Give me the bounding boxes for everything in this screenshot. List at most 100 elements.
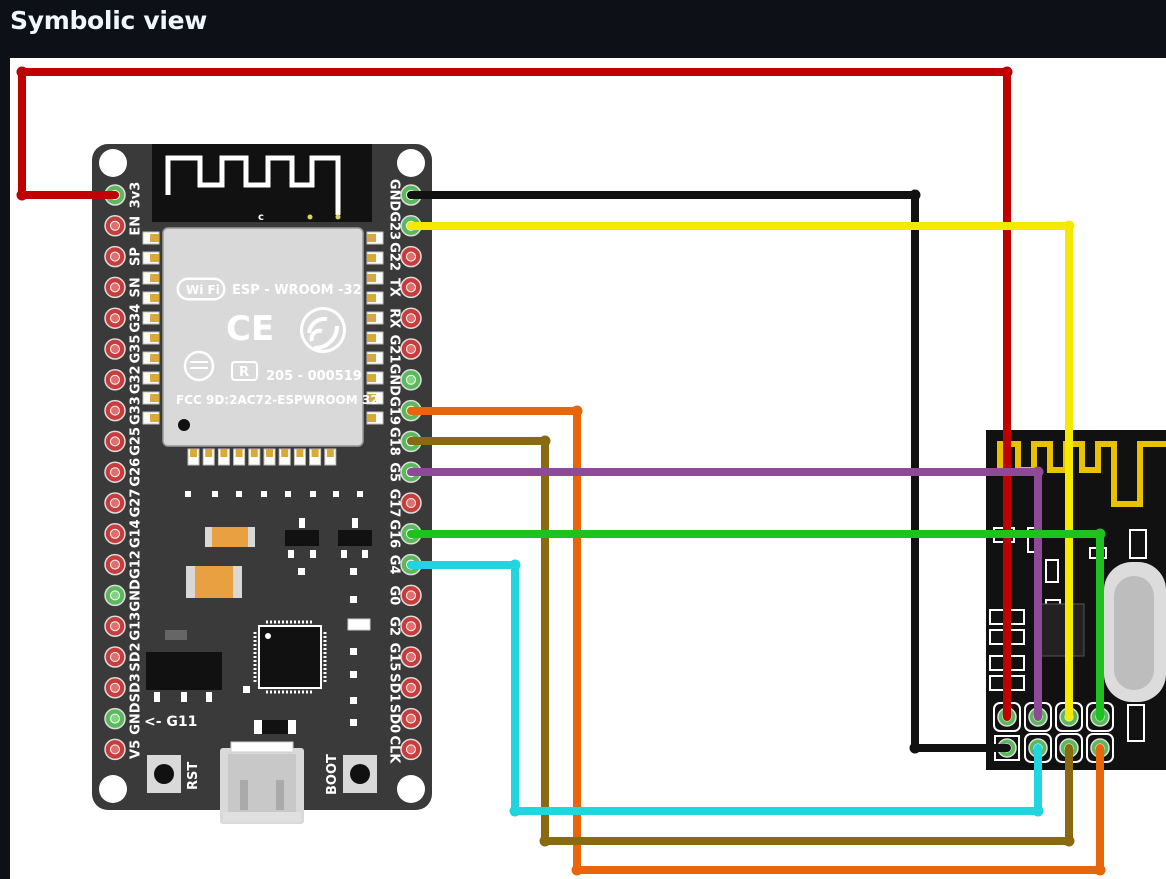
wire-bend-point[interactable] [1094,864,1106,876]
wire-bend-point[interactable] [571,864,583,876]
pin-hole-icon [110,559,120,570]
cert-number: 205 - 000519 [266,369,362,384]
wire-bend-point[interactable] [1032,466,1044,478]
nrf24l01-module [986,430,1166,770]
mount-hole-icon [99,149,127,177]
pin-hole-icon [406,682,416,693]
usb-uart-chip [253,620,327,694]
wiring-diagram: c Wi Fi ESP - WROOM -32 CE R 205 - 00051… [16,66,1166,876]
pin-hole-icon [110,713,120,724]
radio-waves-icon [300,307,346,353]
esp32-pin-label: 3v3 [129,182,144,209]
esp32-pin-label: G34 [129,304,144,333]
esp32-pin-label: G5 [387,462,402,482]
esp32-pin-label: G25 [129,427,144,456]
esp32-pin-label: G35 [129,335,144,364]
esp32-pin-label: G33 [129,396,144,425]
title-bar: Symbolic view [0,0,1166,58]
wire-bend-point[interactable] [909,742,921,754]
esp32-board: c Wi Fi ESP - WROOM -32 CE R 205 - 00051… [92,144,432,824]
boot-button[interactable] [343,755,377,793]
wire-bend-point[interactable] [539,835,551,847]
g4-wire[interactable] [407,561,1042,815]
wire-bend-point[interactable] [509,559,521,571]
tantalum-cap-large [186,566,242,598]
micro-usb-port[interactable] [220,741,304,824]
pin-hole-icon [406,313,416,324]
ce-mark: CE [226,309,274,349]
pin-hole-icon [110,313,120,324]
pin-hole-icon [406,713,416,724]
pin-hole-icon [110,436,120,447]
pin-hole-icon [110,682,120,693]
pin-hole-icon [110,405,120,416]
wire-bend-point[interactable] [909,189,921,201]
esp32-pin-label: G23 [387,211,402,240]
diagram-canvas: c Wi Fi ESP - WROOM -32 CE R 205 - 00051… [10,58,1166,879]
wire-bend-point[interactable] [1001,66,1013,78]
esp32-pin-label: G12 [129,550,144,579]
esp32-pin-label: G26 [129,458,144,487]
pin-hole-icon [110,251,120,262]
pin-hole-icon [110,467,120,478]
g18-wire[interactable] [407,437,1073,845]
pin-hole-icon [110,590,120,601]
esp32-pin-label: G18 [387,427,402,456]
pin-hole-icon [110,744,120,755]
esp32-pin-label: SD1 [387,673,402,702]
esp32-pin-label: G14 [129,519,144,548]
pin-hole-icon [406,498,416,508]
esp32-pin-label: V5 [129,740,144,759]
esp32-pin-label: CLK [387,735,402,764]
wire-bend-point[interactable] [1094,528,1106,540]
pin-hole-icon [406,374,416,385]
esp32-pin-label: G0 [387,586,402,606]
led-icon [347,618,371,631]
esp32-pin-label: G27 [129,489,144,518]
wire-bend-point[interactable] [1032,805,1044,817]
pin-hole-icon [110,621,120,632]
pin-hole-icon [110,282,120,293]
esp32-pin-label: SD2 [129,642,144,671]
tantalum-cap-small [205,527,255,547]
pin-hole-icon [110,498,120,508]
pin-hole-icon [406,282,416,293]
page-title: Symbolic view [10,6,208,35]
wire-bend-point[interactable] [1063,220,1075,232]
wire-bend-point[interactable] [571,405,583,417]
pin-hole-icon [110,652,120,662]
g11-label: <- G11 [144,714,197,730]
pin-hole-icon [406,344,416,354]
wire-bend-point[interactable] [16,189,28,201]
pin-hole-icon [406,744,416,755]
module-name: ESP - WROOM -32 [232,283,362,298]
fcc-id: FCC 9D:2AC72-ESPWROOM 32 [176,393,379,407]
esp32-pin-label: RX [387,308,402,328]
pin-hole-icon [110,344,120,354]
boot-label: BOOT [325,754,340,795]
pin-hole-icon [406,652,416,662]
wire-bend-point[interactable] [509,805,521,817]
pin1-dot [178,419,190,431]
registered-mark: R [239,365,249,380]
wire-bend-point[interactable] [539,435,551,447]
rst-button[interactable] [147,755,181,793]
pin-hole-icon [110,374,120,385]
esp32-pin-label: GND [129,702,144,735]
esp32-pin-label: G22 [387,242,402,271]
wifi-label: Wi Fi [186,283,220,297]
pin-hole-icon [110,220,120,231]
mount-hole-icon [397,149,425,177]
esp32-pin-label: G15 [387,643,402,672]
mount-hole-icon [397,775,425,803]
esp32-pin-label: SD3 [129,673,144,702]
wire-bend-point[interactable] [16,66,28,78]
esp32-pin-label: SN [129,277,144,297]
esp32-pin-label: G21 [387,335,402,364]
crystal-oscillator [1104,562,1166,702]
pin-hole-icon [406,251,416,262]
g5-wire[interactable] [407,468,1042,721]
wire-bend-point[interactable] [1063,835,1075,847]
esp32-pin-label: GND [387,364,402,397]
antenna-mark: c [258,212,264,223]
